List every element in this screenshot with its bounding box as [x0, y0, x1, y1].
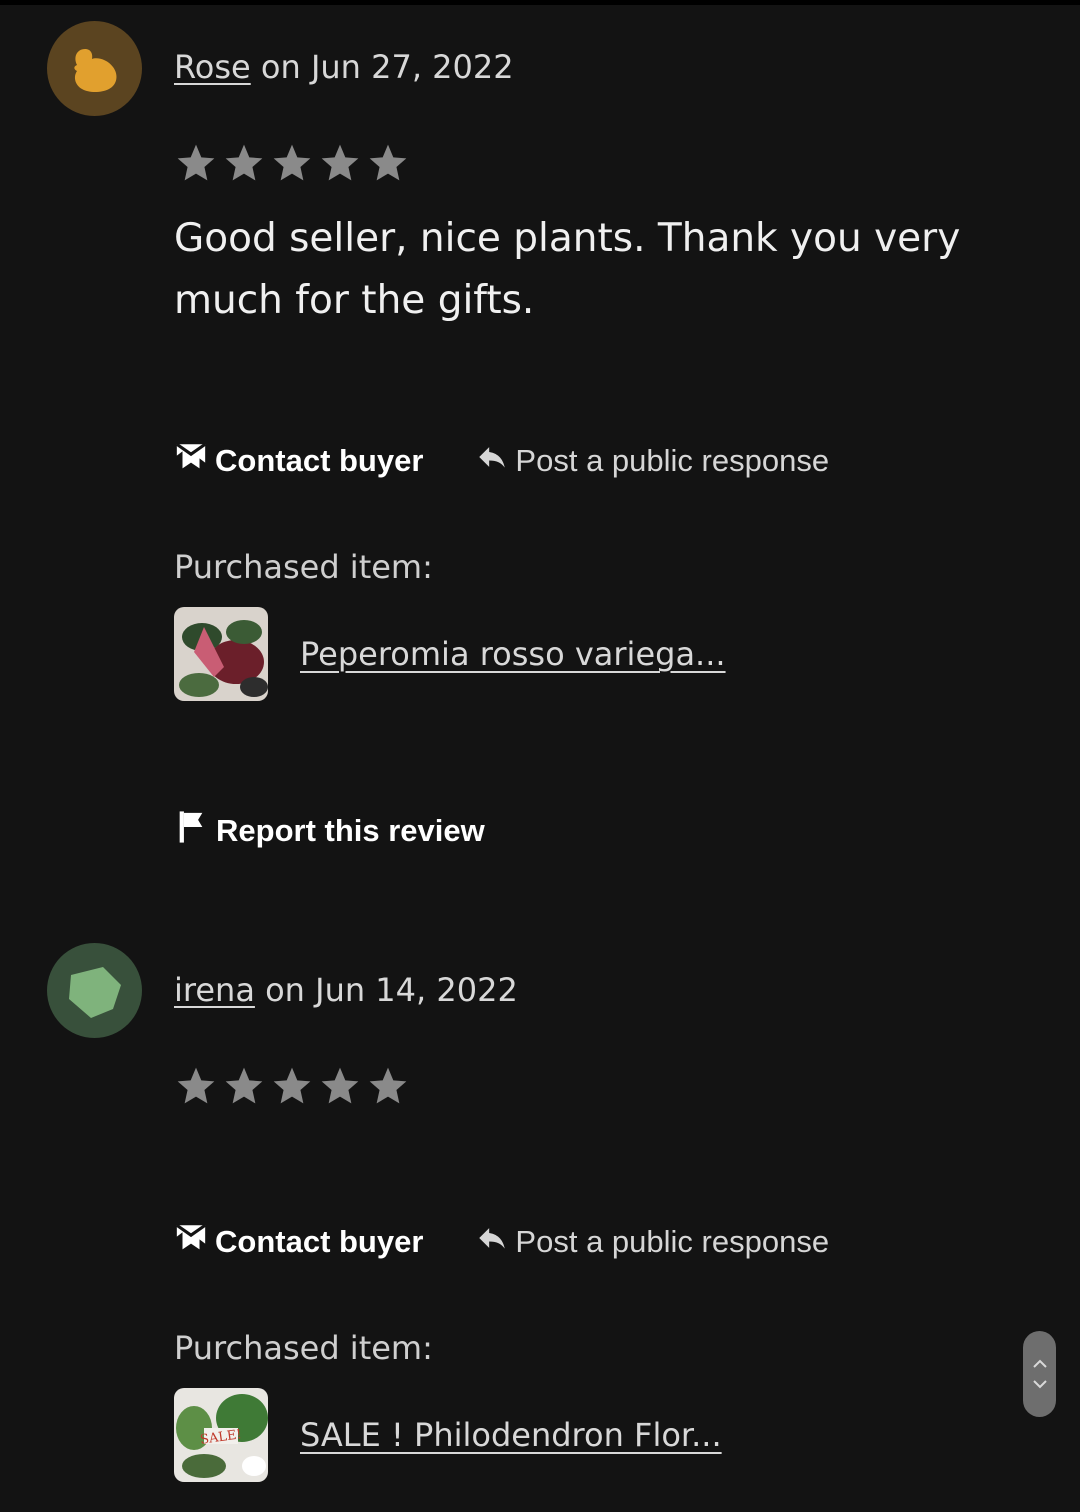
report-review-label: Report this review	[216, 813, 485, 848]
star-icon	[270, 1064, 314, 1108]
star-icon	[270, 141, 314, 185]
contact-buyer-label: Contact buyer	[215, 443, 424, 478]
post-public-response-label: Post a public response	[515, 1224, 830, 1259]
contact-buyer-label: Contact buyer	[215, 1224, 424, 1259]
review-actions: Contact buyer Post a public response	[174, 440, 829, 482]
purchased-item-label: Purchased item:	[174, 548, 433, 586]
purchased-item-label: Purchased item:	[174, 1329, 433, 1367]
purchased-item: Peperomia rosso variega...	[174, 607, 726, 701]
star-rating	[174, 1064, 410, 1108]
reply-arrow-icon	[475, 1221, 509, 1263]
star-icon	[174, 1064, 218, 1108]
contact-buyer-button[interactable]: Contact buyer	[174, 440, 423, 482]
review-date: on Jun 27, 2022	[250, 48, 514, 86]
post-public-response-button[interactable]: Post a public response	[475, 440, 829, 482]
star-icon	[222, 141, 266, 185]
reply-arrow-icon	[475, 440, 509, 482]
post-public-response-label: Post a public response	[515, 443, 830, 478]
reviewer-name-link[interactable]: Rose	[174, 48, 251, 86]
star-icon	[318, 1064, 362, 1108]
avatar[interactable]	[47, 21, 142, 116]
avatar[interactable]	[47, 943, 142, 1038]
envelope-icon	[174, 1221, 208, 1263]
reviewer-name-link[interactable]: irena	[174, 971, 255, 1009]
star-icon	[174, 141, 218, 185]
report-review-button[interactable]: Report this review	[176, 810, 485, 852]
envelope-icon	[174, 440, 208, 482]
review-byline: irena on Jun 14, 2022	[174, 970, 518, 1010]
review-date: on Jun 14, 2022	[254, 971, 518, 1009]
review-text: Good seller, nice plants. Thank you very…	[174, 216, 961, 323]
chevron-up-icon[interactable]	[1032, 1358, 1048, 1370]
review-actions: Contact buyer Post a public response	[174, 1221, 829, 1263]
star-rating	[174, 141, 410, 185]
purchased-item: SALE! SALE ! Philodendron Flor...	[174, 1388, 722, 1482]
post-public-response-button[interactable]: Post a public response	[475, 1221, 829, 1263]
item-title-link[interactable]: SALE ! Philodendron Flor...	[300, 1416, 722, 1454]
item-thumbnail[interactable]	[174, 607, 268, 701]
flag-icon	[176, 810, 206, 852]
review-byline: Rose on Jun 27, 2022	[174, 47, 514, 87]
contact-buyer-button[interactable]: Contact buyer	[174, 1221, 423, 1263]
star-icon	[222, 1064, 266, 1108]
star-icon	[366, 141, 410, 185]
star-icon	[366, 1064, 410, 1108]
chevron-down-icon[interactable]	[1032, 1378, 1048, 1390]
top-border	[0, 0, 1080, 5]
star-icon	[318, 141, 362, 185]
item-thumbnail[interactable]: SALE!	[174, 1388, 268, 1482]
item-title-link[interactable]: Peperomia rosso variega...	[300, 635, 726, 673]
scroll-control[interactable]	[1023, 1331, 1056, 1417]
